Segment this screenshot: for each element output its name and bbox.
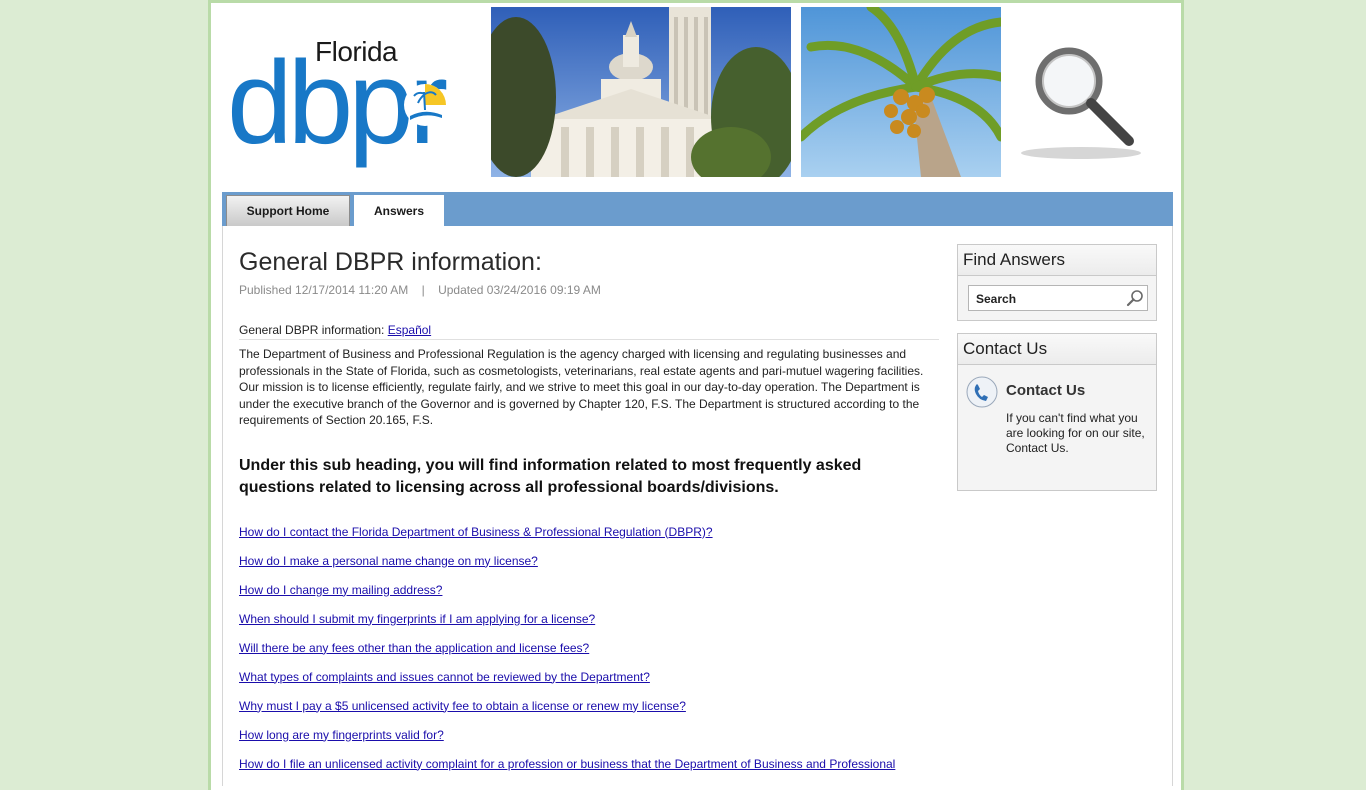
palm-tree-photo: [801, 7, 1001, 177]
meta-separator: |: [421, 283, 425, 297]
faq-link[interactable]: What types of complaints and issues cann…: [239, 670, 650, 684]
article-title: General DBPR information:: [239, 248, 542, 276]
list-item: How do I change my mailing address?: [239, 583, 939, 600]
search-icon[interactable]: [1126, 289, 1144, 307]
list-item: Why must I pay a $5 unlicensed activity …: [239, 699, 939, 716]
published-date: Published 12/17/2014 11:20 AM: [239, 283, 409, 297]
search-box: [968, 285, 1148, 311]
faq-link[interactable]: How do I file an unlicensed activity com…: [239, 757, 895, 771]
logo-sun-icon: [404, 84, 446, 126]
faq-link[interactable]: Will there be any fees other than the ap…: [239, 641, 589, 655]
article-intro: General DBPR information: Español: [239, 323, 939, 340]
faq-link[interactable]: When should I submit my fingerprints if …: [239, 612, 595, 626]
faq-link[interactable]: How long are my fingerprints valid for?: [239, 728, 444, 742]
search-input[interactable]: [974, 287, 1128, 311]
article-subheading: Under this sub heading, you will find in…: [239, 456, 862, 496]
list-item: How do I make a personal name change on …: [239, 554, 939, 571]
faq-link-list: How do I contact the Florida Department …: [239, 525, 939, 774]
contact-us-box: Contact Us Contact Us If you can't find …: [957, 333, 1157, 491]
article-body: The Department of Business and Professio…: [239, 347, 924, 427]
list-item: When should I submit my fingerprints if …: [239, 612, 939, 629]
find-answers-box: Find Answers: [957, 244, 1157, 321]
contact-us-text: If you can't find what you are looking f…: [1006, 411, 1145, 455]
faq-link[interactable]: How do I change my mailing address?: [239, 583, 442, 597]
list-item: How do I file an unlicensed activity com…: [239, 757, 939, 774]
list-item: What types of complaints and issues cann…: [239, 670, 939, 687]
faq-link[interactable]: How do I contact the Florida Department …: [239, 525, 713, 539]
faq-link[interactable]: Why must I pay a $5 unlicensed activity …: [239, 699, 686, 713]
espanol-link[interactable]: Español: [388, 323, 431, 337]
intro-label: General DBPR information:: [239, 323, 388, 337]
site-header: Florida dbpr: [211, 3, 1181, 188]
faq-link[interactable]: How do I make a personal name change on …: [239, 554, 538, 568]
article: General DBPR information: Published 12/1…: [239, 248, 939, 790]
tab-support-home[interactable]: Support Home: [226, 195, 350, 226]
capitol-photo: [491, 7, 791, 177]
article-meta: Published 12/17/2014 11:20 AM | Updated …: [239, 283, 939, 297]
updated-date: Updated 03/24/2016 09:19 AM: [438, 283, 601, 297]
page-frame: Florida dbpr Support Home Answers Genera…: [208, 0, 1184, 790]
contact-us-link[interactable]: Contact Us: [1006, 382, 1085, 399]
dbpr-logo[interactable]: Florida dbpr: [227, 36, 492, 162]
contact-box-title: Contact Us: [958, 334, 1156, 365]
list-item: How long are my fingerprints valid for?: [239, 728, 939, 745]
content-panel: General DBPR information: Published 12/1…: [222, 226, 1173, 786]
find-answers-title: Find Answers: [958, 245, 1156, 276]
tab-answers[interactable]: Answers: [354, 195, 444, 226]
main-nav: Support Home Answers: [222, 192, 1173, 226]
magnifier-graphic: [1019, 39, 1149, 169]
phone-icon: [966, 376, 998, 408]
list-item: Will there be any fees other than the ap…: [239, 641, 939, 658]
list-item: How do I contact the Florida Department …: [239, 525, 939, 542]
